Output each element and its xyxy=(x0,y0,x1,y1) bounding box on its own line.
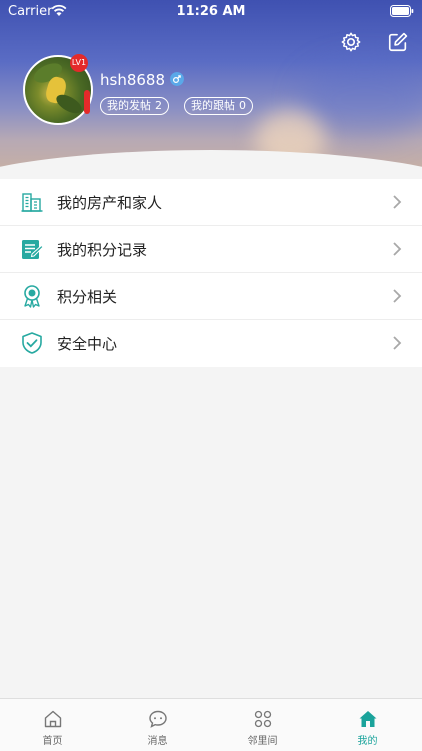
menu-item-label: 安全中心 xyxy=(57,335,118,353)
tab-messages[interactable]: 消息 xyxy=(105,699,210,751)
chevron-right-icon xyxy=(393,289,402,303)
tab-bar: 首页 消息 邻里间 我的 xyxy=(0,698,422,751)
clock: 11:26 AM xyxy=(176,4,246,19)
chevron-right-icon xyxy=(393,242,402,256)
tab-mine[interactable]: 我的 xyxy=(315,699,420,751)
my-posts-count: 2 xyxy=(155,99,162,112)
level-badge: LV1 xyxy=(70,54,88,72)
tab-neighborhood[interactable]: 邻里间 xyxy=(210,699,315,751)
tab-label: 邻里间 xyxy=(247,736,278,747)
tab-label: 消息 xyxy=(147,736,168,747)
chevron-right-icon xyxy=(393,195,402,209)
username: hsh8688 xyxy=(100,71,166,89)
menu-item-label: 我的房产和家人 xyxy=(57,194,163,212)
menu-item-label: 积分相关 xyxy=(57,288,118,306)
my-posts-button[interactable]: 我的发帖 2 xyxy=(100,97,169,115)
level-ring xyxy=(84,90,90,114)
points-record-icon xyxy=(22,240,44,259)
edit-button[interactable] xyxy=(387,31,409,53)
my-replies-label: 我的跟帖 xyxy=(191,99,235,112)
my-replies-button[interactable]: 我的跟帖 0 xyxy=(184,97,253,115)
battery-icon xyxy=(390,5,414,17)
building-icon xyxy=(21,193,43,212)
status-bar: Carrier 11:26 AM xyxy=(0,0,422,24)
home-filled-icon xyxy=(359,711,377,727)
chevron-right-icon xyxy=(393,336,402,350)
header-curve xyxy=(0,150,422,175)
tab-label: 我的 xyxy=(357,736,378,747)
menu-item-property-family[interactable]: 我的房产和家人 xyxy=(0,179,422,226)
chat-icon xyxy=(149,710,167,728)
menu-item-label: 我的积分记录 xyxy=(57,241,148,259)
menu-list: 我的房产和家人 我的积分记录 积分相关 安全中心 xyxy=(0,179,422,367)
medal-icon xyxy=(24,285,40,308)
menu-item-security-center[interactable]: 安全中心 xyxy=(0,320,422,367)
my-replies-count: 0 xyxy=(239,99,246,112)
settings-button[interactable] xyxy=(340,31,362,53)
menu-item-points-related[interactable]: 积分相关 xyxy=(0,273,422,320)
grid-icon xyxy=(254,710,272,728)
tab-label: 首页 xyxy=(42,736,63,747)
avatar-image-detail xyxy=(53,90,85,118)
shield-check-icon xyxy=(22,332,42,354)
menu-item-points-record[interactable]: 我的积分记录 xyxy=(0,226,422,273)
male-icon xyxy=(170,72,184,86)
tab-home[interactable]: 首页 xyxy=(0,699,105,751)
home-outline-icon xyxy=(44,710,62,728)
my-posts-label: 我的发帖 xyxy=(107,99,151,112)
